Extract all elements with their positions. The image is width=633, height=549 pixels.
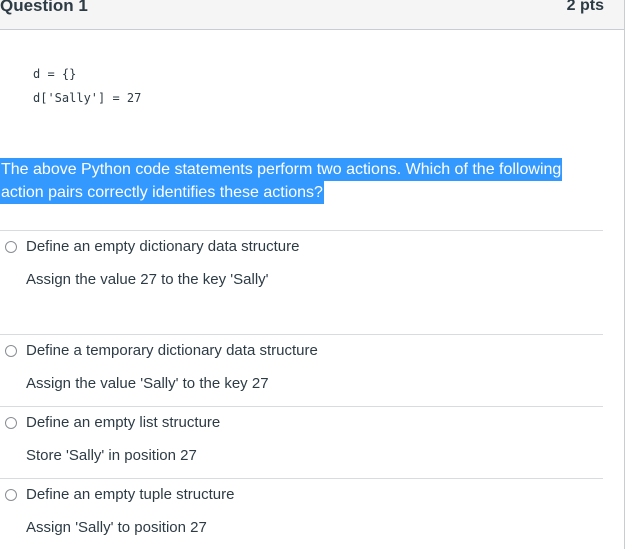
radio-button[interactable] <box>5 345 17 357</box>
radio-button[interactable] <box>5 417 17 429</box>
answer-label-line-2: Store 'Sally' in position 27 <box>26 447 197 464</box>
question-title: Question 1 <box>0 0 88 15</box>
question-header: Question 1 2 pts <box>0 0 624 30</box>
radio-button[interactable] <box>5 489 17 501</box>
answer-label-line-1: Define an empty tuple structure <box>26 486 235 503</box>
answer-option-4[interactable]: Define an empty tuple structure Assign '… <box>0 479 603 549</box>
code-line-1: d = {} <box>33 67 77 81</box>
question-card: Question 1 2 pts d = {} d['Sally'] = 27 T… <box>0 0 625 549</box>
code-line-2: d['Sally'] = 27 <box>33 91 142 105</box>
prompt-line-2: action pairs correctly identifies these … <box>0 181 324 204</box>
answer-label-line-1: Define an empty dictionary data structur… <box>26 238 300 255</box>
answer-label-line-2: Assign the value 27 to the key 'Sally' <box>26 271 269 288</box>
answer-label-line-1: Define an empty list structure <box>26 414 221 431</box>
answer-label-line-2: Assign the value 'Sally' to the key 27 <box>26 375 269 392</box>
prompt-line-1: The above Python code statements perform… <box>0 158 563 181</box>
radio-button[interactable] <box>5 241 17 253</box>
answer-label-line-2: Assign 'Sally' to position 27 <box>26 519 207 536</box>
answer-option-3[interactable]: Define an empty list structure Store 'Sa… <box>0 407 603 478</box>
answer-option-2[interactable]: Define a temporary dictionary data struc… <box>0 335 603 406</box>
question-points: 2 pts <box>566 0 604 14</box>
answer-option-1[interactable]: Define an empty dictionary data structur… <box>0 231 603 334</box>
answer-label-line-1: Define a temporary dictionary data struc… <box>26 342 318 359</box>
code-block: d = {} d['Sally'] = 27 <box>33 62 141 110</box>
question-prompt: The above Python code statements perform… <box>0 158 575 204</box>
